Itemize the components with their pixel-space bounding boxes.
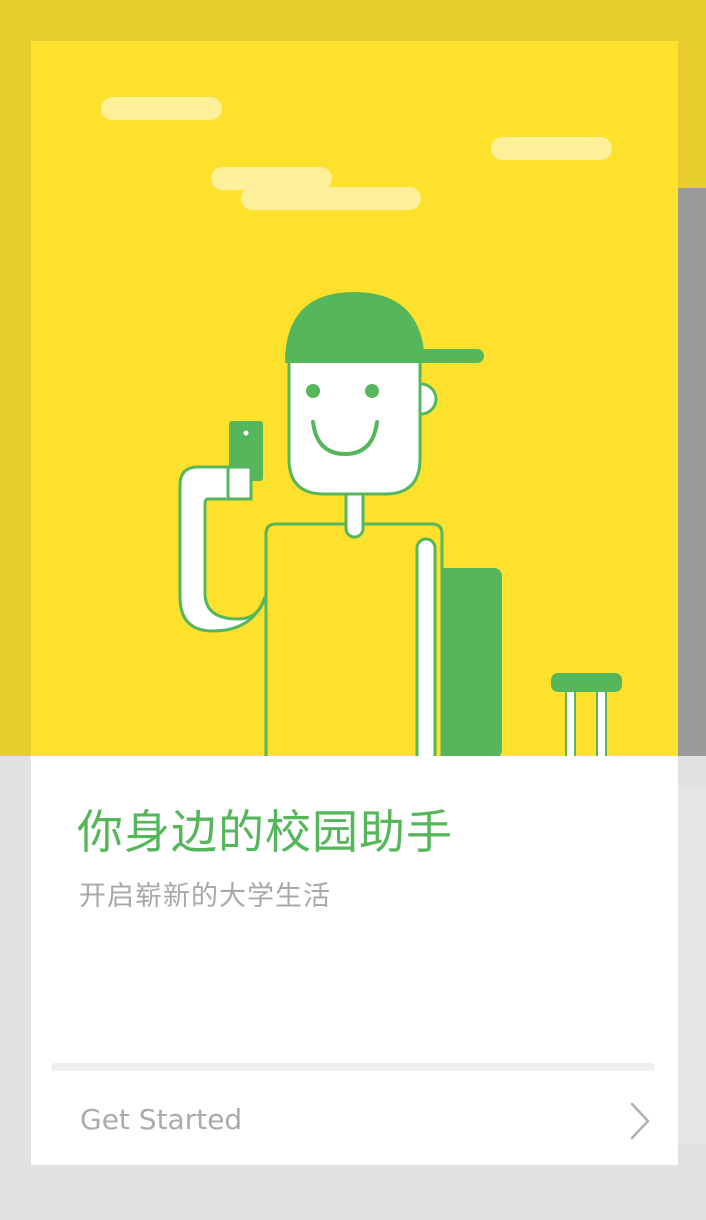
cloud-icon [101, 97, 612, 210]
page-title: 你身边的校园助手 [77, 805, 453, 859]
intro-panel: 你身边的校园助手 开启崭新的大学生活 Get Started [31, 756, 678, 1165]
eye-icon [306, 384, 320, 398]
chevron-right-icon [630, 1102, 650, 1140]
hand [226, 465, 253, 501]
student-illustration [101, 97, 622, 756]
hero-illustration [31, 41, 678, 756]
divider [51, 1063, 655, 1071]
eye-icon [365, 384, 379, 398]
onboarding-card: 你身边的校园助手 开启崭新的大学生活 Get Started [31, 41, 678, 1165]
background-light-strip [678, 788, 706, 1144]
background-gray-strip [678, 188, 706, 788]
cap-icon [285, 292, 484, 363]
stool-icon [551, 673, 622, 756]
student-head [287, 357, 438, 496]
get-started-button[interactable]: Get Started [31, 1081, 678, 1165]
get-started-label: Get Started [80, 1103, 243, 1136]
page-subtitle: 开启崭新的大学生活 [79, 881, 331, 912]
student-body [264, 479, 444, 756]
